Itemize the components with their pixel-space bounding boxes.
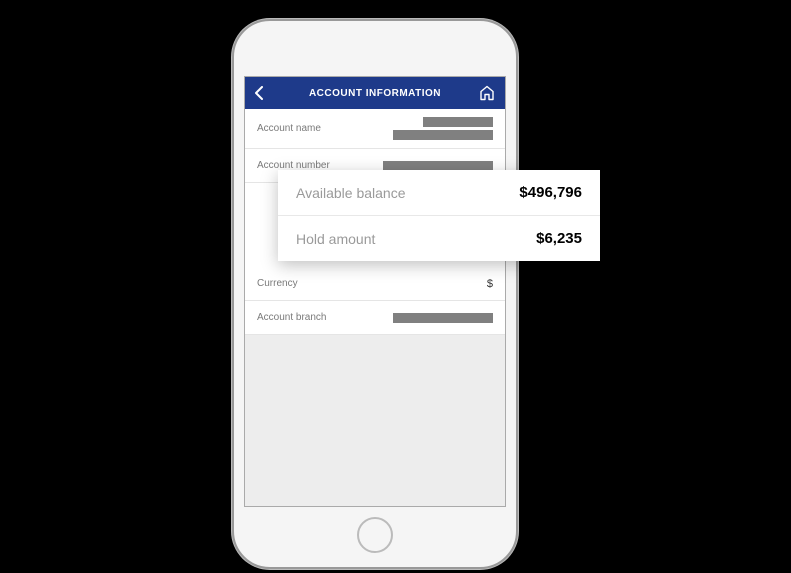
callout-label: Available balance: [296, 185, 406, 201]
phone-home-button[interactable]: [357, 517, 393, 553]
home-button[interactable]: [479, 86, 495, 101]
callout-row-available-balance: Available balance $496,796: [278, 170, 600, 216]
row-currency: Currency $: [245, 267, 505, 301]
redacted-value: [393, 117, 493, 140]
redacted-bar: [393, 130, 493, 140]
row-label: Account branch: [257, 312, 327, 323]
redacted-bar: [393, 313, 493, 323]
balance-callout: Available balance $496,796 Hold amount $…: [278, 170, 600, 261]
row-account-branch: Account branch: [245, 301, 505, 335]
back-button[interactable]: [255, 86, 264, 100]
row-value: $: [487, 278, 493, 290]
callout-value: $496,796: [519, 184, 582, 201]
page-title: ACCOUNT INFORMATION: [309, 88, 441, 99]
home-icon: [479, 86, 495, 101]
callout-value: $6,235: [536, 230, 582, 247]
callout-label: Hold amount: [296, 231, 375, 247]
redacted-bar: [423, 117, 493, 127]
app-header: ACCOUNT INFORMATION: [245, 77, 505, 109]
row-label: Account name: [257, 123, 321, 134]
phone-frame: ACCOUNT INFORMATION Account name Account…: [232, 19, 518, 569]
callout-row-hold-amount: Hold amount $6,235: [278, 216, 600, 261]
row-account-name: Account name: [245, 109, 505, 149]
row-label: Currency: [257, 278, 298, 289]
redacted-bar: [383, 161, 493, 171]
chevron-left-icon: [255, 86, 264, 100]
phone-screen: ACCOUNT INFORMATION Account name Account…: [244, 76, 506, 507]
